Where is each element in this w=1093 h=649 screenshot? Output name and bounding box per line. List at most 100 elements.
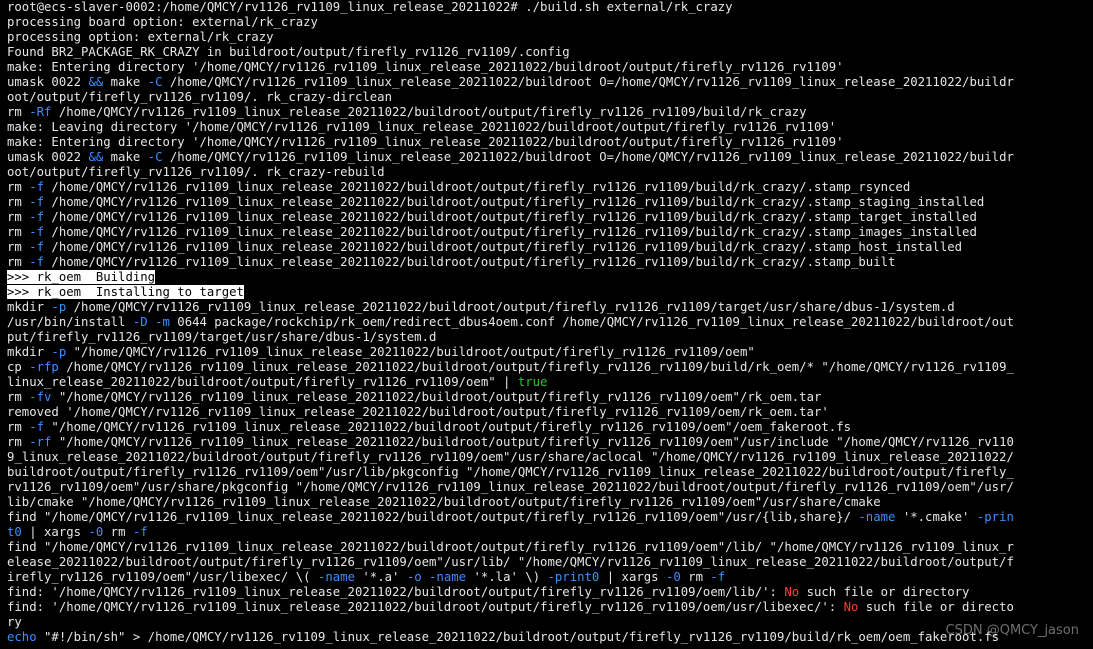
terminal-text-segment: /home/QMCY/rv1126_rv1109_linux_release_2… xyxy=(44,210,977,224)
terminal-text-segment: rm xyxy=(7,105,30,119)
terminal-text-segment: -0 xyxy=(665,570,681,584)
terminal-text-segment: /home/QMCY/rv1126_rv1109_linux_release_2… xyxy=(44,225,977,239)
terminal-line: rm -rf "/home/QMCY/rv1126_rv1109_linux_r… xyxy=(7,435,1093,450)
terminal-text-segment: -f xyxy=(29,195,45,209)
terminal-line: make: Leaving directory '/home/QMCY/rv11… xyxy=(7,120,1093,135)
terminal-text-segment: umask 0022 xyxy=(7,75,89,89)
terminal-text-segment: /home/QMCY/rv1126_rv1109_linux_release_2… xyxy=(44,255,896,269)
terminal-text-segment: make xyxy=(103,75,148,89)
terminal-text-segment: -name xyxy=(429,570,467,584)
terminal-text-segment: -m xyxy=(155,315,170,329)
highlighted-output-text: >>> rk_oem Building xyxy=(7,270,156,284)
terminal-text-segment: -f xyxy=(29,420,45,434)
terminal-text-segment: -f xyxy=(132,525,148,539)
terminal-text-segment: 9_linux_release_20211022/buildroot/outpu… xyxy=(7,450,1014,464)
terminal-text-segment: /home/QMCY/rv1126_rv1109_linux_release_2… xyxy=(162,75,1014,89)
terminal-text-segment: /home/QMCY/rv1126_rv1109_linux_release_2… xyxy=(44,195,985,209)
terminal-text-segment: make: Entering directory '/home/QMCY/rv1… xyxy=(7,135,844,149)
terminal-line: elease_20211022/buildroot/output/firefly… xyxy=(7,555,1093,570)
csdn-watermark: CSDN @QMCY_jason xyxy=(945,623,1079,638)
terminal-text-segment: /home/QMCY/rv1126_rv1109_linux_release_2… xyxy=(58,360,1014,374)
terminal-line: rm -f /home/QMCY/rv1126_rv1109_linux_rel… xyxy=(7,225,1093,240)
terminal-line: find "/home/QMCY/rv1126_rv1109_linux_rel… xyxy=(7,510,1093,525)
terminal-line: lib/cmake "/home/QMCY/rv1126_rv1109_linu… xyxy=(7,495,1093,510)
terminal-line: processing board option: external/rk_cra… xyxy=(7,15,1093,30)
terminal-text-segment: /home/QMCY/rv1126_rv1109_linux_release_2… xyxy=(51,105,807,119)
terminal-text-segment: -p xyxy=(51,300,67,314)
terminal-text-segment: processing option: external/rk_crazy xyxy=(7,30,274,44)
terminal-line: mkdir -p "/home/QMCY/rv1126_rv1109_linux… xyxy=(7,345,1093,360)
terminal-line: t0 | xargs -0 rm -f xyxy=(7,525,1093,540)
terminal-text-segment: /usr/bin/install xyxy=(7,315,133,329)
terminal-text-segment: such file or directory xyxy=(799,585,970,599)
terminal-line: find: '/home/QMCY/rv1126_rv1109_linux_re… xyxy=(7,585,1093,600)
terminal-text-segment: ry xyxy=(7,615,22,629)
terminal-text-segment: -o xyxy=(406,570,422,584)
terminal-text-segment: No xyxy=(843,600,859,614)
terminal-text-segment: '*.la' \) xyxy=(466,570,548,584)
terminal-text-segment: rm xyxy=(7,420,30,434)
terminal-text-segment: No xyxy=(784,585,800,599)
terminal-text-segment: find "/home/QMCY/rv1126_rv1109_linux_rel… xyxy=(7,510,859,524)
terminal-text-segment: "#!/bin/sh" > /home/QMCY/rv1126_rv1109_l… xyxy=(36,630,1000,644)
terminal-output[interactable]: root@ecs-slaver-0002:/home/QMCY/rv1126_r… xyxy=(0,0,1093,649)
terminal-line: make: Entering directory '/home/QMCY/rv1… xyxy=(7,60,1093,75)
terminal-text-segment: -rf xyxy=(29,435,52,449)
terminal-text-segment: echo xyxy=(7,630,37,644)
terminal-text-segment: -f xyxy=(29,255,45,269)
terminal-line: umask 0022 && make -C /home/QMCY/rv1126_… xyxy=(7,150,1093,165)
terminal-text-segment: root@ecs-slaver-0002:/home/QMCY/rv1126_r… xyxy=(7,0,733,14)
terminal-text-segment: -fv xyxy=(29,390,52,404)
terminal-text-segment: rm xyxy=(103,525,133,539)
terminal-text-segment: /home/QMCY/rv1126_rv1109_linux_release_2… xyxy=(44,180,911,194)
terminal-text-segment: mkdir xyxy=(7,345,52,359)
terminal-line: put/firefly_rv1126_rv1109/target/usr/sha… xyxy=(7,330,1093,345)
terminal-line: rm -f /home/QMCY/rv1126_rv1109_linux_rel… xyxy=(7,240,1093,255)
terminal-line: linux_release_20211022/buildroot/output/… xyxy=(7,375,1093,390)
terminal-text-segment: oot/output/firefly_rv1126_rv1109/. rk_cr… xyxy=(7,90,392,104)
terminal-text-segment: -f xyxy=(29,180,45,194)
terminal-text-segment: t0 xyxy=(7,525,22,539)
terminal-text-segment: | xargs xyxy=(21,525,89,539)
terminal-text-segment: linux_release_20211022/buildroot/output/… xyxy=(7,375,518,389)
terminal-text-segment: -prin xyxy=(976,510,1014,524)
terminal-text-segment: such file or directo xyxy=(858,600,1014,614)
terminal-text-segment: Found BR2_PACKAGE_RK_CRAZY in buildroot/… xyxy=(7,45,570,59)
terminal-line: removed '/home/QMCY/rv1126_rv1109_linux_… xyxy=(7,405,1093,420)
terminal-text-segment: /home/QMCY/rv1126_rv1109_linux_release_2… xyxy=(162,150,1014,164)
terminal-text-segment: elease_20211022/buildroot/output/firefly… xyxy=(7,555,1014,569)
terminal-text-segment: -f xyxy=(29,225,45,239)
terminal-line: mkdir -p /home/QMCY/rv1126_rv1109_linux_… xyxy=(7,300,1093,315)
terminal-text-segment: -C xyxy=(147,75,163,89)
terminal-text-segment: rm xyxy=(7,255,30,269)
terminal-line: find: '/home/QMCY/rv1126_rv1109_linux_re… xyxy=(7,600,1093,615)
terminal-text-segment: rm xyxy=(7,390,30,404)
terminal-line: root@ecs-slaver-0002:/home/QMCY/rv1126_r… xyxy=(7,0,1093,15)
terminal-text-segment: find "/home/QMCY/rv1126_rv1109_linux_rel… xyxy=(7,540,1014,554)
terminal-text-segment: -f xyxy=(29,240,45,254)
terminal-line: /usr/bin/install -D -m 0644 package/rock… xyxy=(7,315,1093,330)
terminal-text-segment: 0644 package/rockchip/rk_oem/redirect_db… xyxy=(169,315,1014,329)
terminal-text-segment: cp xyxy=(7,360,30,374)
terminal-text-segment: removed '/home/QMCY/rv1126_rv1109_linux_… xyxy=(7,405,829,419)
terminal-line: Found BR2_PACKAGE_RK_CRAZY in buildroot/… xyxy=(7,45,1093,60)
terminal-text-segment: rm xyxy=(7,195,30,209)
terminal-line: umask 0022 && make -C /home/QMCY/rv1126_… xyxy=(7,75,1093,90)
terminal-text-segment: -f xyxy=(710,570,726,584)
terminal-line: rm -f /home/QMCY/rv1126_rv1109_linux_rel… xyxy=(7,195,1093,210)
terminal-text-segment: make: Leaving directory '/home/QMCY/rv11… xyxy=(7,120,837,134)
terminal-text-segment: -p xyxy=(51,345,67,359)
terminal-line: echo "#!/bin/sh" > /home/QMCY/rv1126_rv1… xyxy=(7,630,1093,645)
terminal-line: rm -f "/home/QMCY/rv1126_rv1109_linux_re… xyxy=(7,420,1093,435)
terminal-text-segment: rm xyxy=(7,435,30,449)
terminal-text-segment: buildroot/output/firefly_rv1126_rv1109/o… xyxy=(7,465,1014,479)
terminal-text-segment: oot/output/firefly_rv1126_rv1109/. rk_cr… xyxy=(7,165,385,179)
terminal-text-segment: make xyxy=(103,150,148,164)
terminal-text-segment: && xyxy=(88,75,104,89)
terminal-line: rm -Rf /home/QMCY/rv1126_rv1109_linux_re… xyxy=(7,105,1093,120)
terminal-text-segment: rm xyxy=(680,570,711,584)
terminal-text-segment: && xyxy=(88,150,104,164)
terminal-text-segment: -print0 xyxy=(547,570,600,584)
terminal-text-segment: '*.cmake' xyxy=(895,510,977,524)
